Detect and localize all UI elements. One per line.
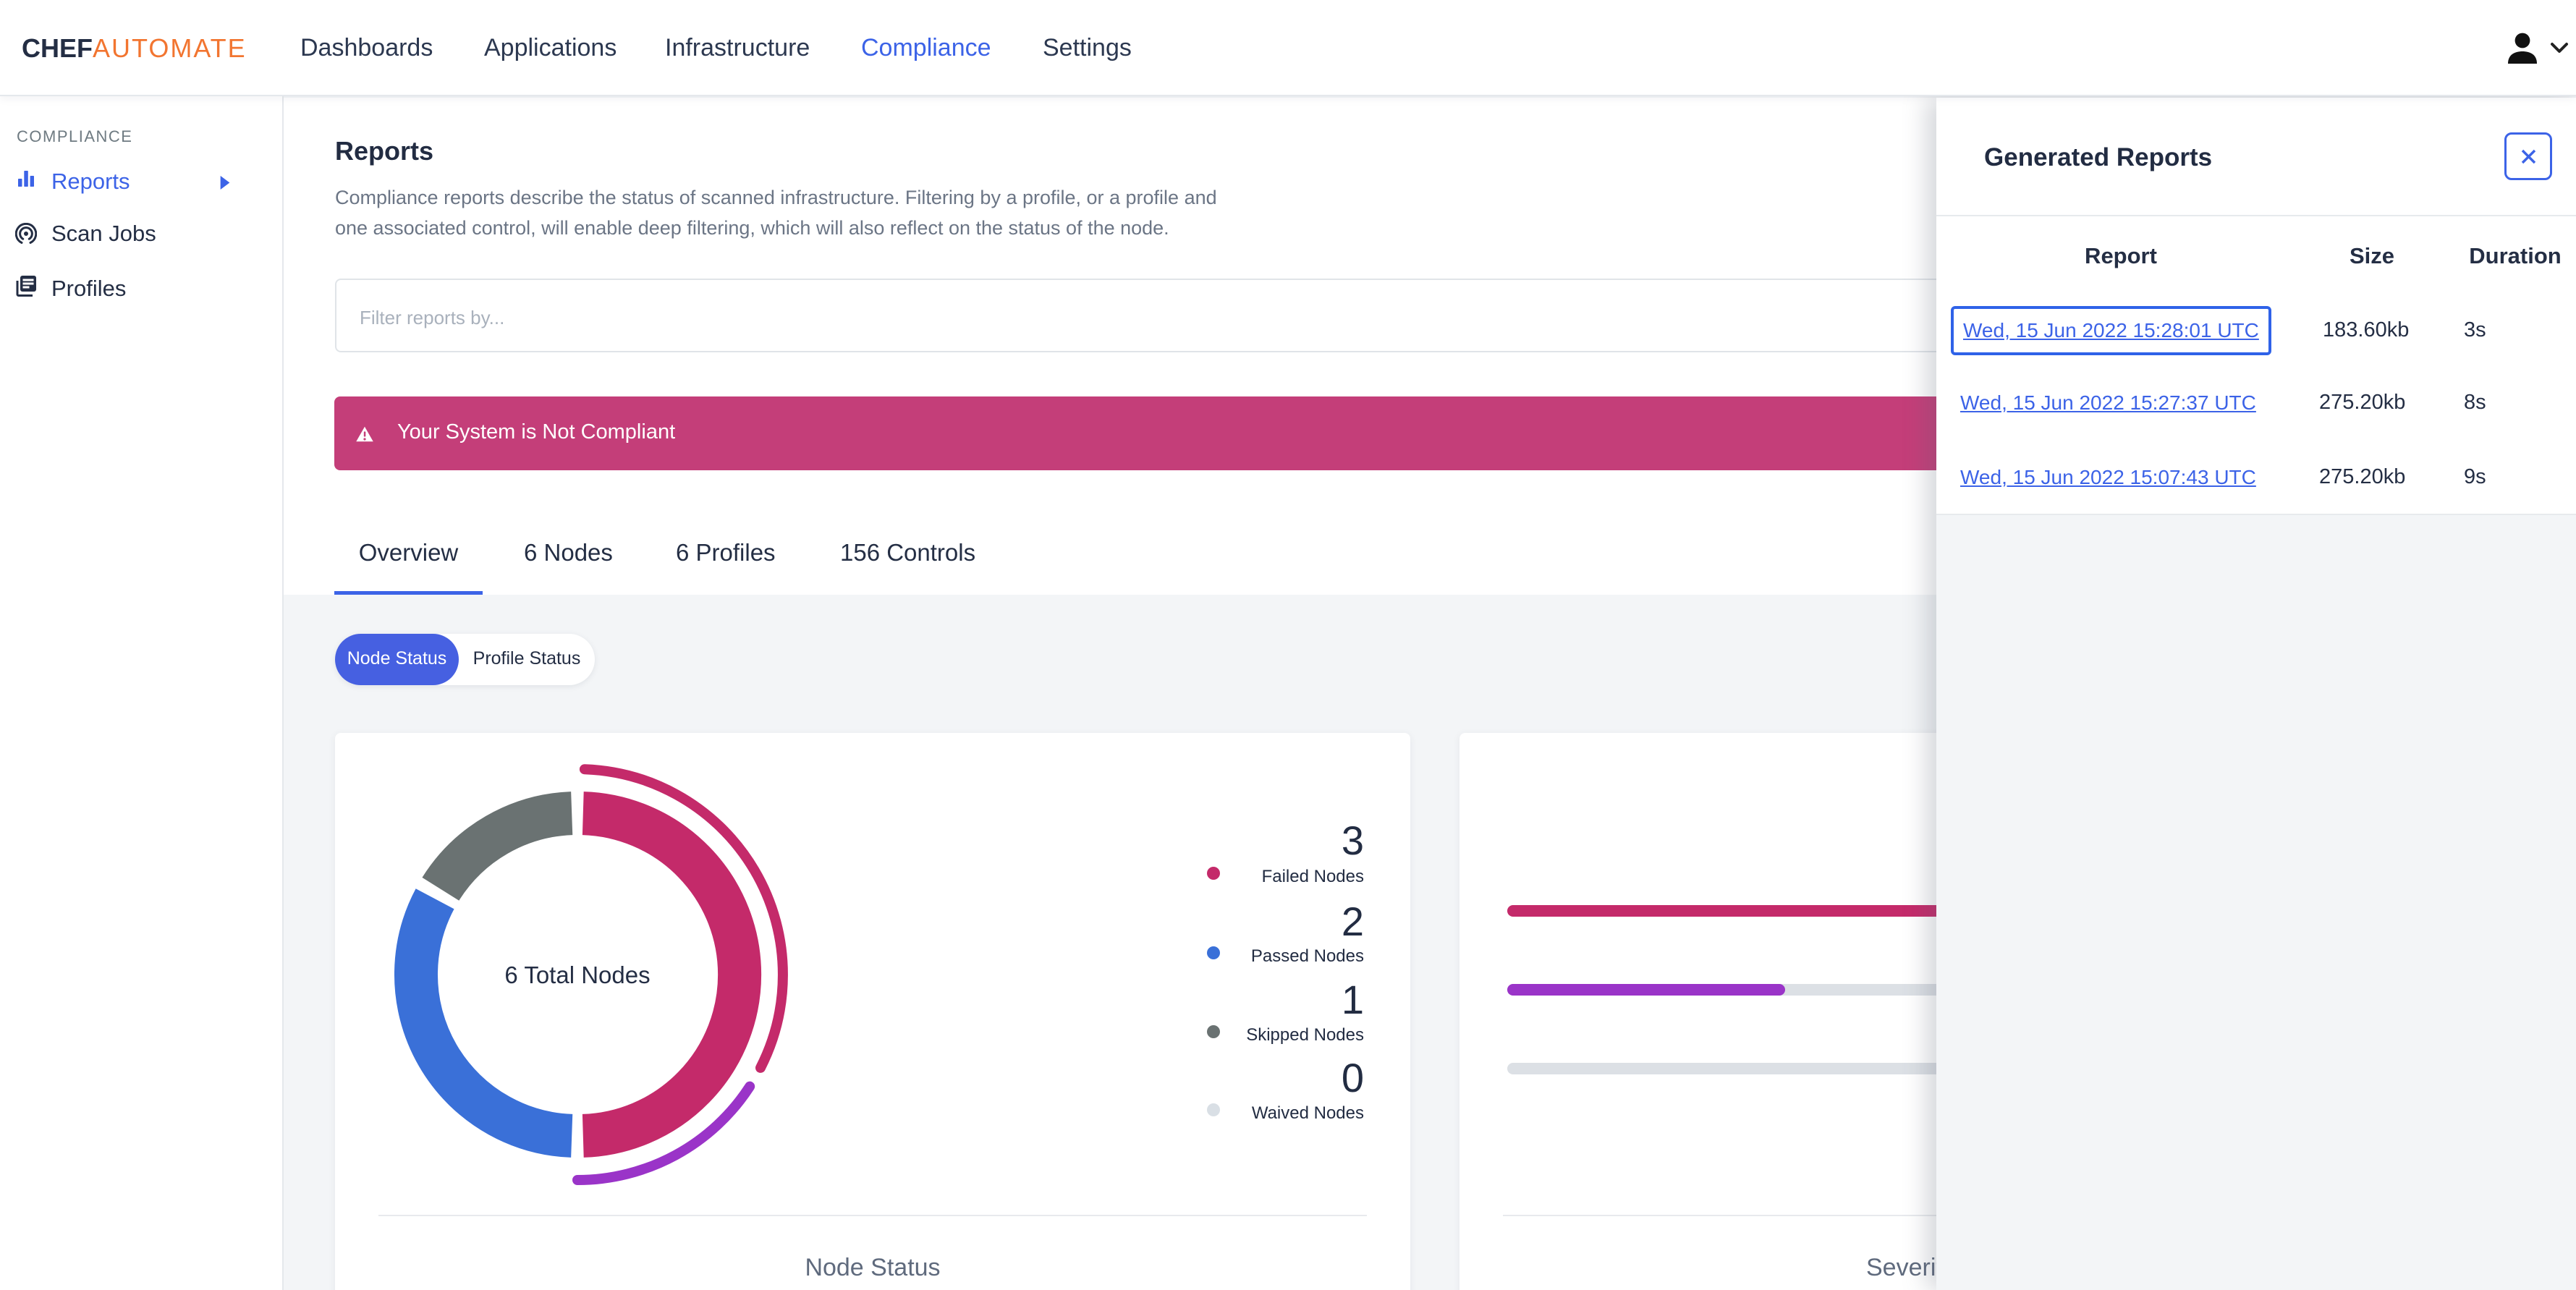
svg-text:6 Total Nodes: 6 Total Nodes [504, 962, 650, 988]
